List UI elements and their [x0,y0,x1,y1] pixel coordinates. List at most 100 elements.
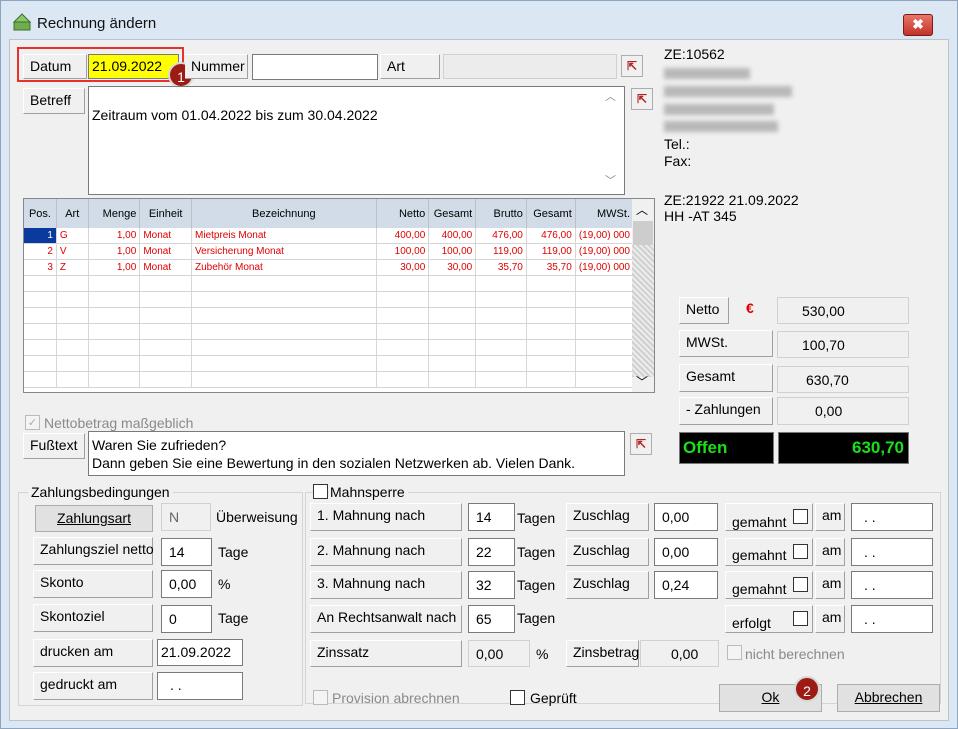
col-header-gesamt[interactable]: Gesamt [428,199,477,228]
nicht-berechnen-checkbox[interactable] [727,645,742,660]
mahnung-2-am-label: am [815,538,845,566]
table-row[interactable]: 2 V 1,00 Monat Versicherung Monat 100,00… [24,243,635,260]
cell-mwst[interactable]: 000 (19,00) [575,259,635,276]
mahnung-1-zuschlag-input[interactable]: 0,00 [654,503,718,531]
mahnung-2-zuschlag-input[interactable]: 0,00 [654,538,718,566]
mahnung-1-gemahnt-checkbox[interactable] [793,509,808,524]
mahnung-1-am-input[interactable]: . . [851,503,933,531]
cell-pos[interactable]: 2 [24,243,57,260]
cell-netto[interactable]: 30,00 [376,259,430,276]
col-header-einheit[interactable]: Einheit [139,199,193,228]
rechtsanwalt-days-input[interactable]: 65 [468,605,515,633]
cell-gesamt-brutto[interactable]: 476,00 [526,228,576,244]
cell-menge[interactable]: 1,00 [88,228,141,244]
skontoziel-input[interactable]: 0 [161,605,212,633]
betreff-textarea[interactable]: Zeitraum vom 01.04.2022 bis zum 30.04.20… [88,86,625,195]
cell-pos[interactable]: 1 [24,228,57,244]
table-row[interactable]: 1 G 1,00 Monat Mietpreis Monat 400,00 40… [24,228,635,244]
betreff-scroll-up-icon[interactable]: ︿ [605,88,616,104]
zahlungsziel-input[interactable]: 14 [161,538,212,566]
mahnung-2-days-input[interactable]: 22 [468,538,515,566]
zahlungsart-button[interactable]: Zahlungsart [35,505,153,532]
mahnung-3-am-input[interactable]: . . [851,571,933,599]
cell-art[interactable]: V [56,243,89,260]
cell-gesamt-brutto[interactable]: 35,70 [526,259,576,276]
table-scrollbar-thumb[interactable] [633,221,653,245]
fusstext-lookup-button[interactable]: ⇱ [630,433,652,455]
cell-art[interactable]: Z [56,259,89,276]
zinssatz-value[interactable]: 0,00 [468,640,530,667]
col-header-art[interactable]: Art [56,199,89,228]
mahnung-3-zuschlag-input[interactable]: 0,24 [654,571,718,599]
datum-input[interactable]: 21.09.2022 [88,54,179,79]
cell-gesamt[interactable]: 100,00 [428,243,477,260]
cell-bezeichnung[interactable]: Versicherung Monat [191,243,377,260]
zahlungsart-code[interactable]: N [161,503,211,531]
close-button[interactable]: ✖ [903,14,933,36]
nummer-input[interactable] [252,54,378,80]
skonto-unit: % [218,576,231,592]
table-scroll-down-icon[interactable]: ﹀ [636,373,648,390]
abbrechen-button[interactable]: Abbrechen [837,684,940,712]
cell-menge[interactable]: 1,00 [88,243,141,260]
cell-art[interactable]: G [56,228,89,244]
positions-table[interactable]: Pos. Art Menge Einheit Bezeichnung Netto… [23,198,655,393]
mahnung-1-days-input[interactable]: 14 [468,503,515,531]
geprueft-checkbox[interactable] [510,690,525,705]
rechtsanwalt-am-input[interactable]: . . [851,605,933,633]
cell-gesamt[interactable]: 30,00 [428,259,477,276]
cell-mwst[interactable]: 000 (19,00) [575,243,635,260]
col-header-pos[interactable]: Pos. [24,199,57,228]
cell-bezeichnung[interactable]: Zubehör Monat [191,259,377,276]
empty-table-row[interactable] [24,307,635,324]
gesamt-label: Gesamt [679,364,773,392]
mahnung-3-days-input[interactable]: 32 [468,571,515,599]
cell-pos[interactable]: 3 [24,259,57,276]
table-scrollbar-track[interactable] [632,245,654,377]
col-header-menge[interactable]: Menge [88,199,141,228]
cell-brutto[interactable]: 35,70 [475,259,527,276]
cell-einheit[interactable]: Monat [139,259,193,276]
art-field[interactable] [443,54,617,79]
mahnung-2-am-input[interactable]: . . [851,538,933,566]
col-header-netto[interactable]: Netto [376,199,430,228]
empty-table-row[interactable] [24,323,635,340]
empty-table-row[interactable] [24,339,635,356]
empty-table-row[interactable] [24,275,635,292]
cell-netto[interactable]: 100,00 [376,243,430,260]
cell-gesamt-brutto[interactable]: 119,00 [526,243,576,260]
betreff-lookup-button[interactable]: ⇱ [631,88,653,110]
skonto-input[interactable]: 0,00 [161,570,212,598]
col-header-mwst[interactable]: MWSt. [575,199,635,228]
cell-einheit[interactable]: Monat [139,228,193,244]
cell-netto[interactable]: 400,00 [376,228,430,244]
col-header-gesamt-brutto[interactable]: Gesamt [526,199,576,228]
mahnsperre-checkbox[interactable] [313,484,328,499]
nettobetrag-checkbox[interactable]: ✓ [25,415,40,430]
cell-menge[interactable]: 1,00 [88,259,141,276]
mahnung-3-gemahnt-checkbox[interactable] [793,577,808,592]
drucken-am-input[interactable]: 21.09.2022 [157,639,243,666]
cell-brutto[interactable]: 476,00 [475,228,527,244]
art-lookup-button[interactable]: ⇱ [621,55,643,77]
mahnung-2-gemahnt-checkbox[interactable] [793,544,808,559]
rechtsanwalt-erfolgt-checkbox[interactable] [793,611,808,626]
empty-table-row[interactable] [24,371,635,388]
col-header-brutto[interactable]: Brutto [475,199,527,228]
skontoziel-unit: Tage [218,610,249,626]
gedruckt-am-input[interactable]: . . [157,672,243,700]
fusstext-textarea[interactable]: Waren Sie zufrieden? Dann geben Sie eine… [88,431,625,476]
empty-table-row[interactable] [24,291,635,308]
col-header-bezeichnung[interactable]: Bezeichnung [191,199,377,228]
table-scroll-up-icon[interactable]: ︿ [636,201,648,218]
empty-table-row[interactable] [24,355,635,372]
cell-bezeichnung[interactable]: Mietpreis Monat [191,228,377,244]
cell-brutto[interactable]: 119,00 [475,243,527,260]
betreff-scroll-down-icon[interactable]: ﹀ [605,172,616,188]
zahlungsart-text: Überweisung [216,509,298,525]
cell-mwst[interactable]: 000 (19,00) [575,228,635,244]
provision-checkbox[interactable] [313,690,328,705]
table-row[interactable]: 3 Z 1,00 Monat Zubehör Monat 30,00 30,00… [24,259,635,276]
cell-einheit[interactable]: Monat [139,243,193,260]
cell-gesamt[interactable]: 400,00 [428,228,477,244]
